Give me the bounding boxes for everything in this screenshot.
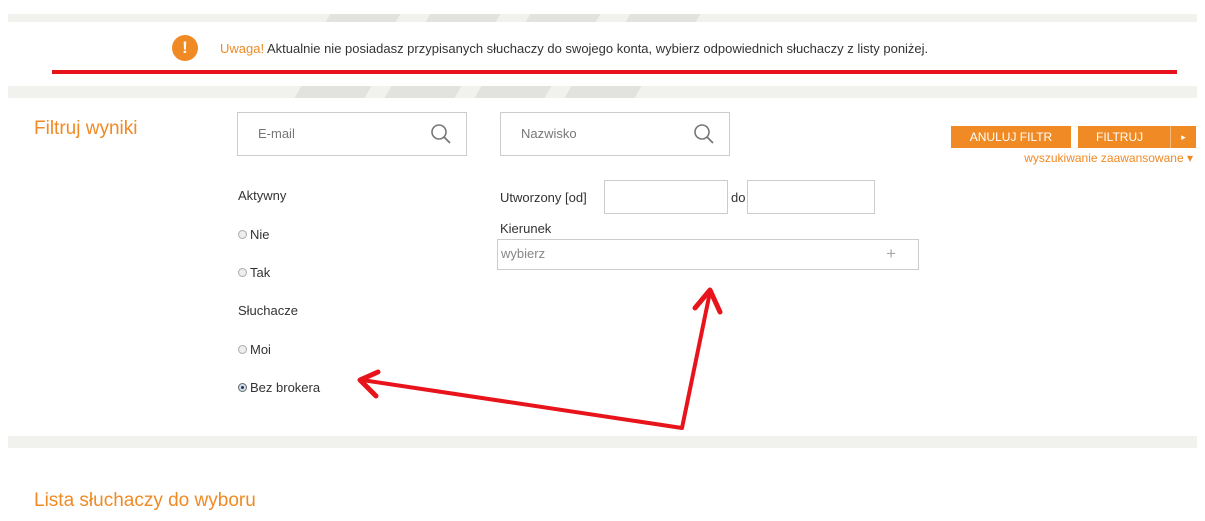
active-option-no-label: Nie [250,227,270,242]
filter-section-title: Filtruj wyniki [34,118,138,139]
radio-icon[interactable] [238,230,247,239]
created-to-input[interactable] [747,180,875,214]
lastname-input[interactable] [521,126,681,141]
active-radio-yes[interactable]: Tak [238,265,270,280]
lastname-search-field [500,112,730,156]
direction-select[interactable]: wybierz + [497,239,919,270]
active-radio-no[interactable]: Nie [238,227,270,242]
radio-icon[interactable] [238,345,247,354]
mid-divider-stripe [8,86,1197,98]
listeners-radio-no-broker[interactable]: Bez brokera [238,380,320,395]
listeners-radio-mine[interactable]: Moi [238,342,271,357]
created-from-input[interactable] [604,180,728,214]
listeners-option-no-broker-label: Bez brokera [250,380,321,395]
email-input[interactable] [258,126,418,141]
list-section-title: Lista słuchaczy do wyboru [34,490,256,511]
search-icon[interactable] [693,123,715,145]
warning-text: Uwaga! Aktualnie nie posiadasz przypisan… [220,41,928,56]
email-search-field [237,112,467,156]
search-icon[interactable] [430,123,452,145]
advanced-search-label: wyszukiwanie zaawansowane [1024,151,1184,165]
filter-button[interactable]: FILTRUJ [1078,126,1170,148]
radio-checked-icon[interactable] [238,383,247,392]
active-label: Aktywny [238,188,287,203]
created-to-label: do [731,190,746,205]
active-option-yes-label: Tak [250,265,271,280]
direction-label: Kierunek [500,221,552,236]
direction-placeholder: wybierz [501,246,546,261]
warning-message: Aktualnie nie posiadasz przypisanych słu… [266,41,929,56]
created-from-label: Utworzony [od] [500,190,587,205]
annotation-arrowhead-up [692,287,723,315]
advanced-search-link[interactable]: wyszukiwanie zaawansowane ▾ [1024,151,1193,165]
listeners-option-mine-label: Moi [250,342,271,357]
radio-icon[interactable] [238,268,247,277]
caret-down-icon: ▾ [1186,151,1193,165]
annotation-arrowhead-left [357,369,381,399]
exclamation-icon: ! [172,35,198,61]
plus-icon[interactable]: + [886,244,896,264]
annotation-underline [52,70,1177,74]
warning-banner: ! Uwaga! Aktualnie nie posiadasz przypis… [172,35,1205,67]
warning-label: Uwaga! [220,41,265,56]
bottom-divider-stripe [8,436,1197,448]
cancel-filter-button[interactable]: ANULUJ FILTR [951,126,1071,148]
top-divider-stripe [8,14,1197,22]
listeners-label: Słuchacze [238,303,298,318]
annotation-arrow-line [361,291,712,430]
filter-dropdown-arrow-icon[interactable]: ▸ [1170,126,1196,148]
